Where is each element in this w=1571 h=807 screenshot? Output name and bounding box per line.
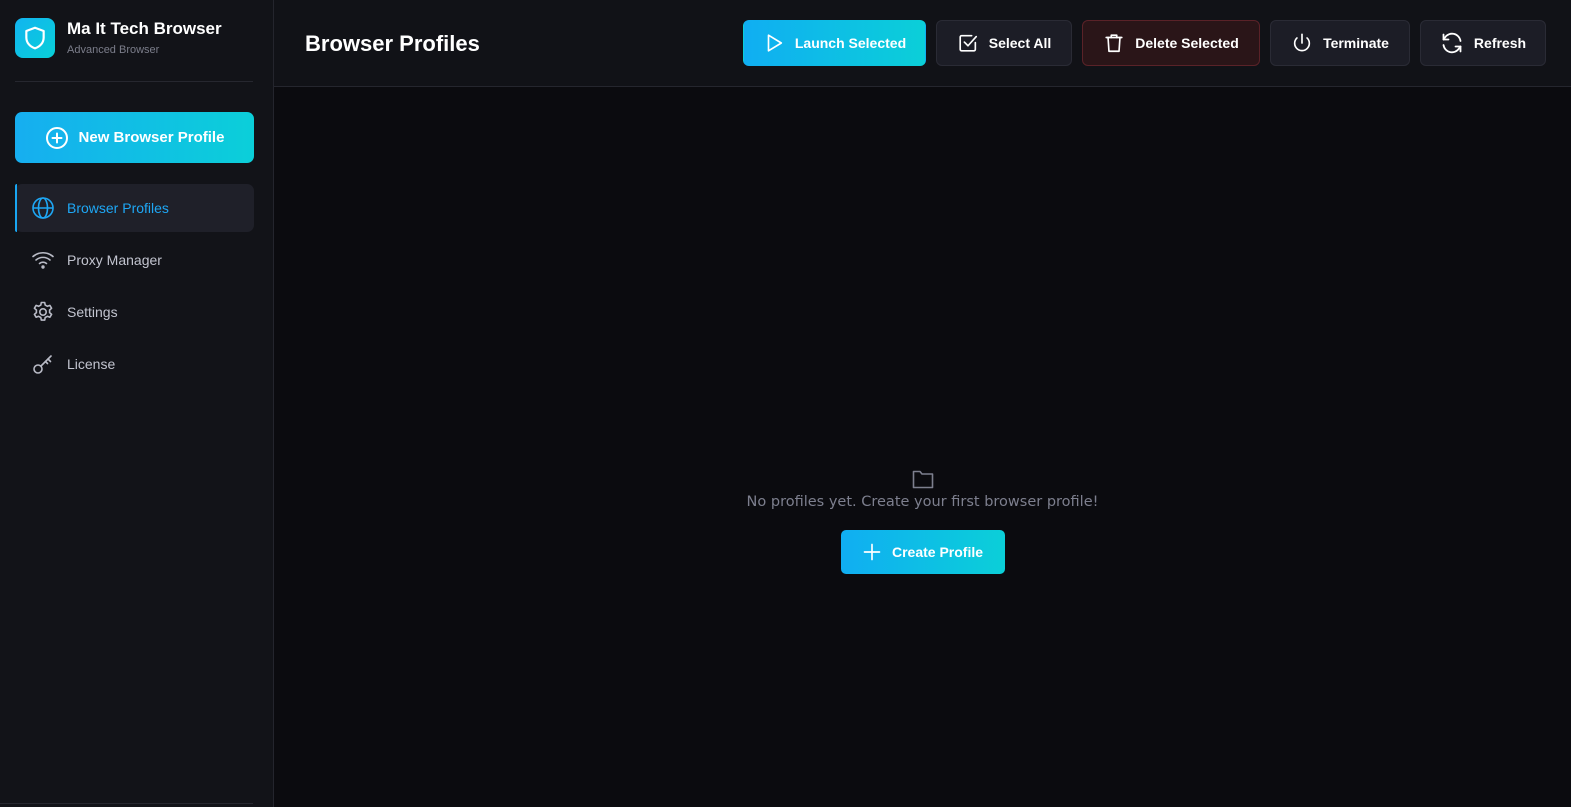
terminate-button[interactable]: Terminate: [1270, 20, 1410, 66]
select-all-label: Select All: [988, 35, 1052, 51]
launch-selected-label: Launch Selected: [794, 35, 907, 51]
sidebar-item-settings[interactable]: Settings: [15, 288, 254, 336]
sidebar-nav: Browser Profiles Proxy Manager Settings …: [15, 184, 254, 388]
top-bar: Browser Profiles Launch Selected Select …: [274, 0, 1571, 87]
globe-icon: [31, 196, 55, 220]
refresh-button[interactable]: Refresh: [1420, 20, 1546, 66]
folder-icon: [912, 470, 933, 489]
sidebar-item-proxy-manager[interactable]: Proxy Manager: [15, 236, 254, 284]
key-icon: [31, 352, 55, 376]
delete-selected-button[interactable]: Delete Selected: [1082, 20, 1260, 66]
sidebar-item-license[interactable]: License: [15, 340, 254, 388]
create-profile-label: Create Profile: [891, 544, 984, 560]
terminate-label: Terminate: [1323, 35, 1389, 51]
wifi-icon: [31, 248, 55, 272]
sidebar-item-browser-profiles[interactable]: Browser Profiles: [15, 184, 254, 232]
plus-circle-icon: [45, 126, 68, 149]
profiles-content: No profiles yet. Create your first brows…: [274, 87, 1571, 807]
empty-state-message: No profiles yet. Create your first brows…: [746, 494, 1099, 510]
toolbar-actions: Launch Selected Select All Delete Select…: [743, 20, 1546, 66]
app-subtitle: Advanced Browser: [67, 43, 160, 56]
select-all-button[interactable]: Select All: [936, 20, 1072, 66]
power-icon: [1293, 33, 1311, 52]
new-browser-profile-button[interactable]: New Browser Profile: [15, 112, 254, 163]
trash-icon: [1105, 34, 1123, 53]
sidebar-item-label: License: [67, 356, 116, 372]
gear-icon: [31, 300, 55, 324]
sidebar-divider: [0, 803, 253, 804]
app-title: Ma It Tech Browser: [67, 18, 222, 38]
checkbox-icon: [959, 34, 977, 52]
app-window: Ma It Tech Browser Advanced Browser New …: [0, 0, 1571, 807]
refresh-icon: [1442, 32, 1462, 54]
new-browser-profile-label: New Browser Profile: [78, 129, 225, 146]
play-icon: [767, 34, 783, 52]
sidebar-item-label: Browser Profiles: [67, 200, 169, 216]
refresh-label: Refresh: [1473, 35, 1527, 51]
main-area: Browser Profiles Launch Selected Select …: [274, 0, 1571, 807]
plus-icon: [863, 543, 881, 561]
sidebar-item-label: Settings: [67, 304, 118, 320]
brand: Ma It Tech Browser Advanced Browser: [15, 0, 253, 82]
launch-selected-button[interactable]: Launch Selected: [743, 20, 926, 66]
delete-selected-label: Delete Selected: [1135, 35, 1239, 51]
create-profile-button[interactable]: Create Profile: [840, 530, 1005, 574]
empty-state: No profiles yet. Create your first brows…: [274, 468, 1571, 574]
sidebar: Ma It Tech Browser Advanced Browser New …: [0, 0, 274, 807]
sidebar-item-label: Proxy Manager: [67, 252, 162, 268]
shield-icon: [15, 17, 55, 58]
page-title: Browser Profiles: [305, 31, 480, 56]
